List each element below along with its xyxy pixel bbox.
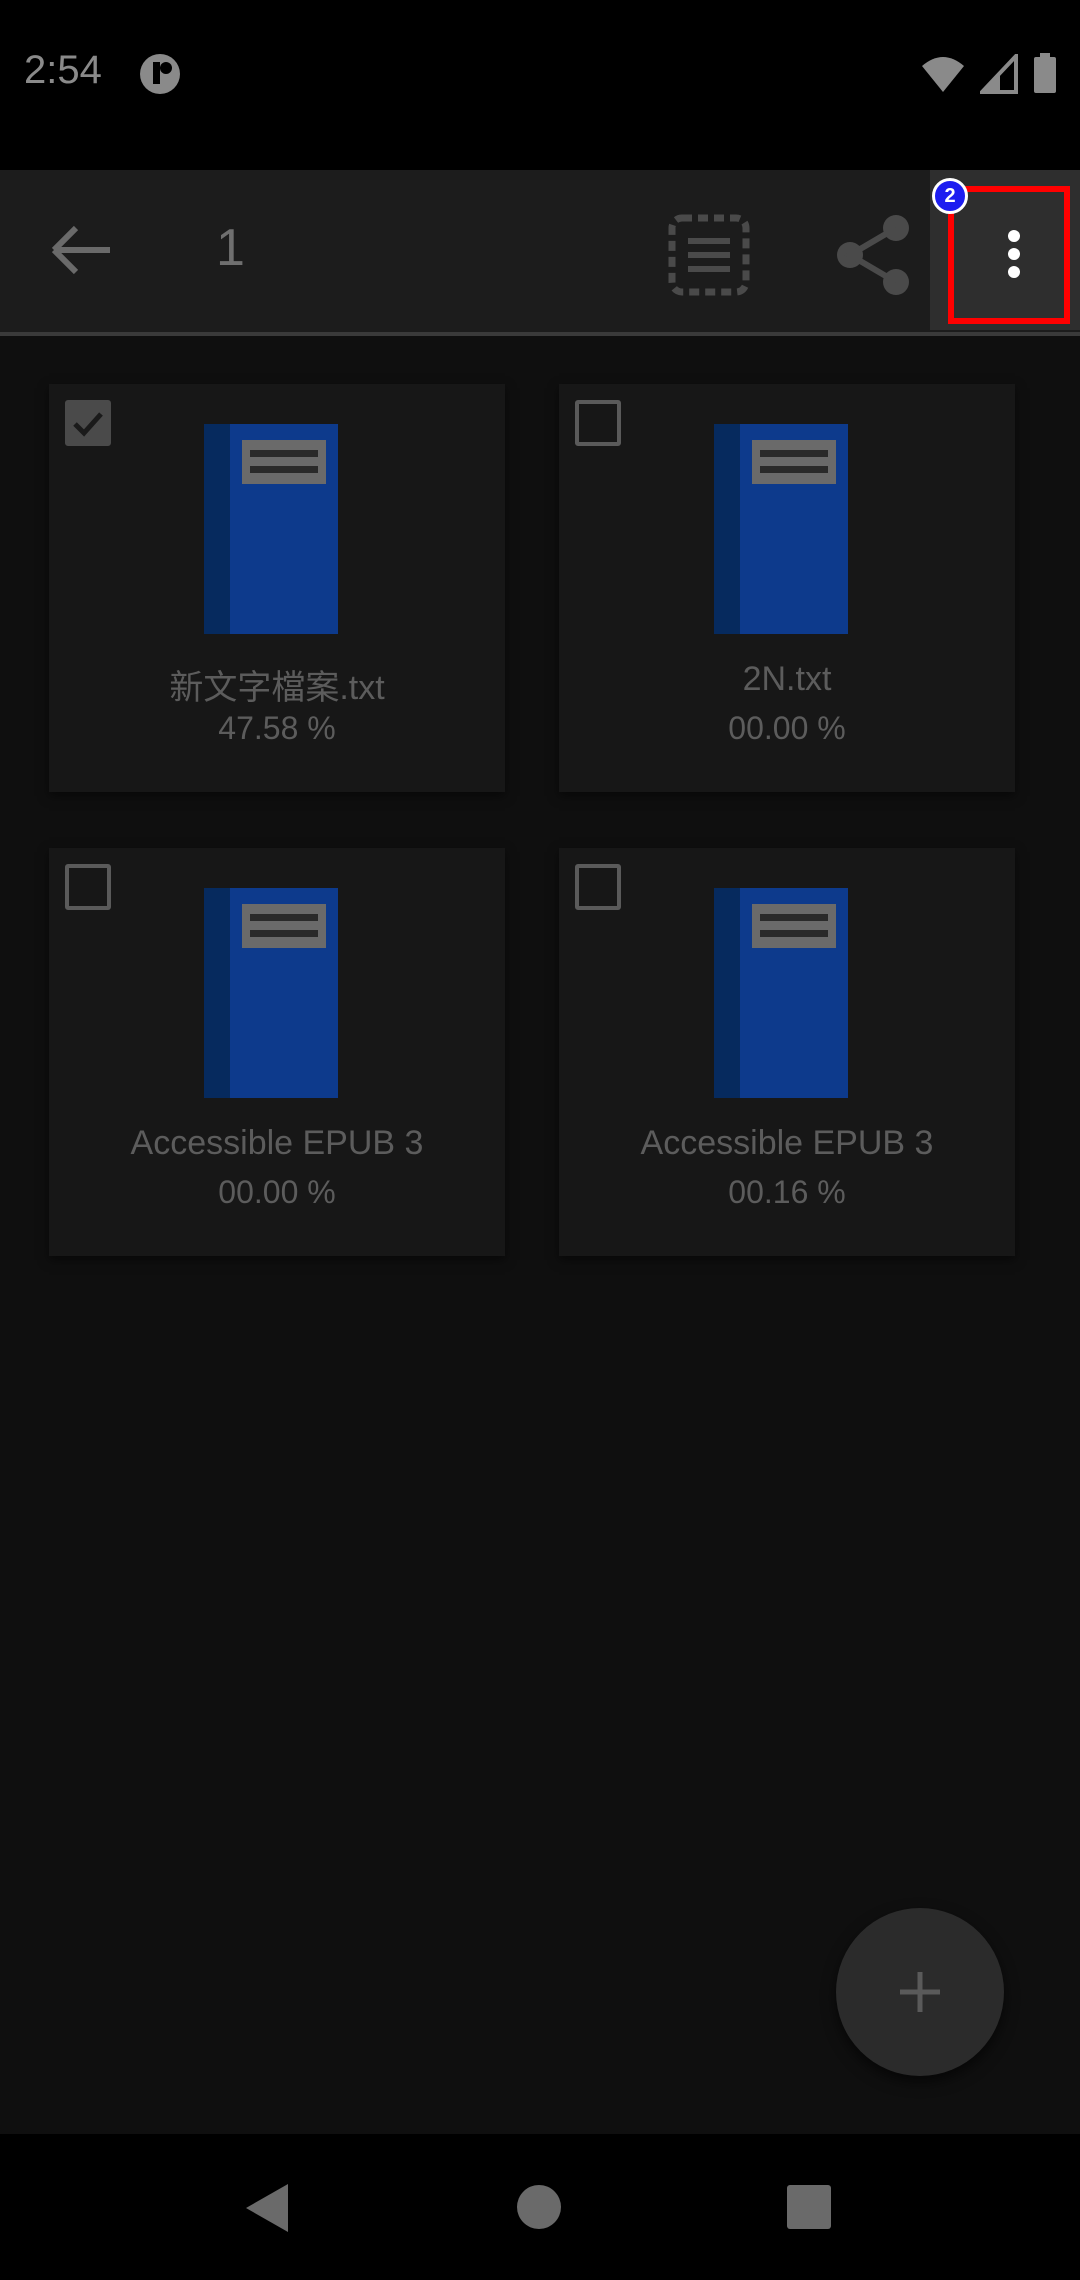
nav-recents-icon[interactable]: [786, 2184, 832, 2230]
file-checkbox[interactable]: [65, 400, 111, 446]
file-name: 新文字檔案.txt: [169, 669, 385, 707]
file-checkbox[interactable]: [65, 864, 111, 910]
app-notification-icon: [140, 54, 180, 94]
nav-home-icon[interactable]: [516, 2184, 562, 2230]
share-icon[interactable]: [830, 210, 920, 300]
file-checkbox[interactable]: [575, 864, 621, 910]
book-icon: [204, 888, 338, 1098]
add-fab-button[interactable]: [836, 1908, 1004, 2076]
battery-icon: [1034, 53, 1056, 93]
file-name: 2N.txt: [742, 660, 832, 698]
select-all-icon[interactable]: [664, 210, 754, 300]
status-bar: 2:54: [0, 0, 1080, 170]
file-name: Accessible EPUB 3: [130, 1124, 424, 1162]
read-progress: 47.58 %: [218, 710, 336, 746]
step-badge: 2: [932, 178, 968, 214]
plus-icon: [900, 1972, 940, 2012]
read-progress: 00.00 %: [218, 1174, 336, 1210]
back-arrow-icon[interactable]: [40, 220, 120, 280]
file-checkbox[interactable]: [575, 400, 621, 446]
file-card[interactable]: Accessible EPUB 3 00.16 %: [559, 848, 1015, 1256]
nav-back-icon[interactable]: [244, 2182, 290, 2234]
file-name: Accessible EPUB 3: [640, 1124, 934, 1162]
read-progress: 00.16 %: [728, 1174, 846, 1210]
check-icon: [73, 412, 103, 437]
status-time: 2:54: [24, 48, 102, 92]
highlight-box: [948, 186, 1070, 324]
file-card[interactable]: 新文字檔案.txt 47.58 %: [49, 384, 505, 792]
status-icons: [920, 52, 1058, 96]
system-nav-bar: [0, 2134, 1080, 2280]
cell-signal-icon: [980, 54, 1018, 94]
book-icon: [714, 424, 848, 634]
wifi-icon: [922, 57, 964, 92]
read-progress: 00.00 %: [728, 710, 846, 746]
selection-toolbar: 1: [0, 170, 1080, 336]
file-card[interactable]: Accessible EPUB 3 00.00 %: [49, 848, 505, 1256]
book-icon: [714, 888, 848, 1098]
file-card[interactable]: 2N.txt 00.00 %: [559, 384, 1015, 792]
book-icon: [204, 424, 338, 634]
selection-count: 1: [216, 219, 245, 277]
